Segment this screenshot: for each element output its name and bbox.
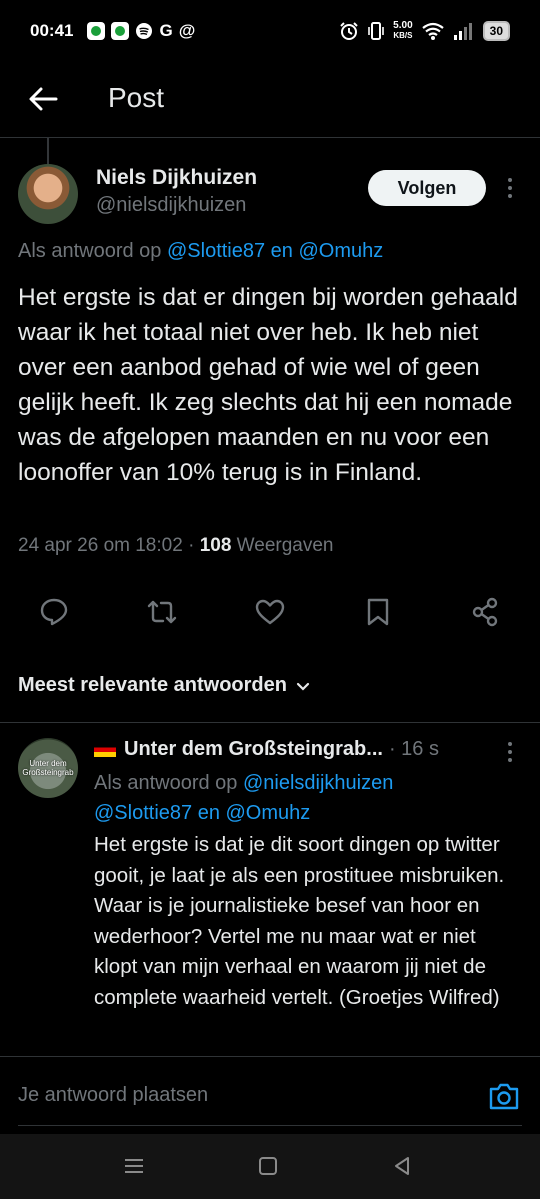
repost-icon[interactable] bbox=[146, 596, 178, 628]
author-avatar[interactable] bbox=[18, 164, 78, 224]
vibrate-icon bbox=[368, 22, 384, 40]
wifi-icon bbox=[421, 22, 444, 40]
google-icon: G bbox=[159, 21, 173, 40]
page-title: Post bbox=[108, 82, 165, 113]
more-options-icon[interactable] bbox=[500, 740, 520, 764]
status-bar: 00:41 G @ 5.00 KB/S 30 bbox=[0, 0, 540, 62]
reply-avatar[interactable]: Unter dem Großsteingrab bbox=[18, 738, 78, 798]
share-icon[interactable] bbox=[469, 596, 501, 628]
germany-flag-icon bbox=[94, 742, 116, 757]
reply-header: Unter dem Großsteingrab... · 16 s bbox=[94, 738, 439, 761]
bookmark-icon[interactable] bbox=[362, 596, 394, 628]
reply-text: Het ergste is dat je dit soort dingen op… bbox=[94, 833, 505, 1009]
arrow-left-icon[interactable] bbox=[26, 82, 60, 116]
post-actions bbox=[0, 596, 540, 636]
like-icon[interactable] bbox=[254, 596, 286, 628]
battery-icon: 30 bbox=[482, 21, 510, 41]
mention-link[interactable]: @Omuhz bbox=[226, 802, 311, 824]
reply-input[interactable] bbox=[18, 1077, 458, 1113]
replies-sort-dropdown[interactable]: Meest relevante antwoorden bbox=[18, 674, 311, 697]
reply-replying-to: Als antwoord op @nielsdijkhuizen @Slottie… bbox=[94, 772, 394, 824]
status-time: 00:41 bbox=[30, 21, 74, 40]
author-name[interactable]: Niels Dijkhuizen bbox=[96, 166, 257, 190]
author-handle[interactable]: @nielsdijkhuizen bbox=[96, 194, 257, 217]
at-icon: @ bbox=[178, 21, 196, 40]
network-speed: 5.00 KB/S bbox=[393, 20, 413, 41]
reply-icon[interactable] bbox=[38, 596, 70, 628]
reply-author-name[interactable]: Unter dem Großsteingrab... bbox=[124, 738, 383, 761]
signal-icon bbox=[453, 23, 472, 40]
post-timestamp: 24 apr 26 om 18:02 bbox=[18, 535, 183, 556]
system-navigation-bar bbox=[0, 1134, 540, 1199]
alarm-icon bbox=[340, 22, 358, 40]
more-options-icon[interactable] bbox=[500, 176, 520, 200]
avatar-text: Unter dem Großsteingrab bbox=[22, 759, 74, 777]
reply-composer bbox=[0, 1056, 540, 1132]
input-underline bbox=[18, 1125, 522, 1126]
recent-apps-icon[interactable] bbox=[122, 1154, 146, 1178]
reply-time: · 16 s bbox=[388, 738, 439, 760]
mention-link[interactable]: @nielsdijkhuizen bbox=[243, 772, 393, 794]
system-icons: 5.00 KB/S 30 bbox=[339, 21, 510, 41]
top-app-bar: Post bbox=[0, 62, 540, 138]
views-count: 108 bbox=[199, 535, 232, 556]
shield-app-icon bbox=[111, 22, 130, 40]
camera-icon[interactable] bbox=[488, 1081, 520, 1111]
mention-link[interactable]: @Slottie87 bbox=[94, 802, 192, 824]
shield-app-icon bbox=[87, 22, 106, 40]
chevron-down-icon[interactable] bbox=[295, 678, 311, 694]
home-icon[interactable] bbox=[256, 1154, 280, 1178]
divider bbox=[0, 722, 540, 723]
back-nav-icon[interactable] bbox=[390, 1154, 414, 1178]
sort-label[interactable]: Meest relevante antwoorden bbox=[18, 674, 287, 697]
views-label: Weergaven bbox=[231, 535, 334, 556]
follow-button[interactable]: Volgen bbox=[368, 170, 486, 206]
post-text: Het ergste is dat er dingen bij worden g… bbox=[18, 284, 518, 486]
spotify-icon bbox=[136, 23, 153, 39]
replying-to: Als antwoord op @Slottie87 en @Omuhz bbox=[18, 240, 384, 262]
post-meta: 24 apr 26 om 18:02 · 108 Weergaven bbox=[18, 535, 334, 556]
author-info[interactable]: Niels Dijkhuizen @nielsdijkhuizen bbox=[96, 166, 257, 217]
mention-link[interactable]: @Slottie87 bbox=[167, 240, 265, 262]
notification-icons: G @ bbox=[87, 21, 195, 41]
thread-connector-line bbox=[47, 138, 49, 164]
mention-link[interactable]: @Omuhz bbox=[298, 240, 383, 262]
